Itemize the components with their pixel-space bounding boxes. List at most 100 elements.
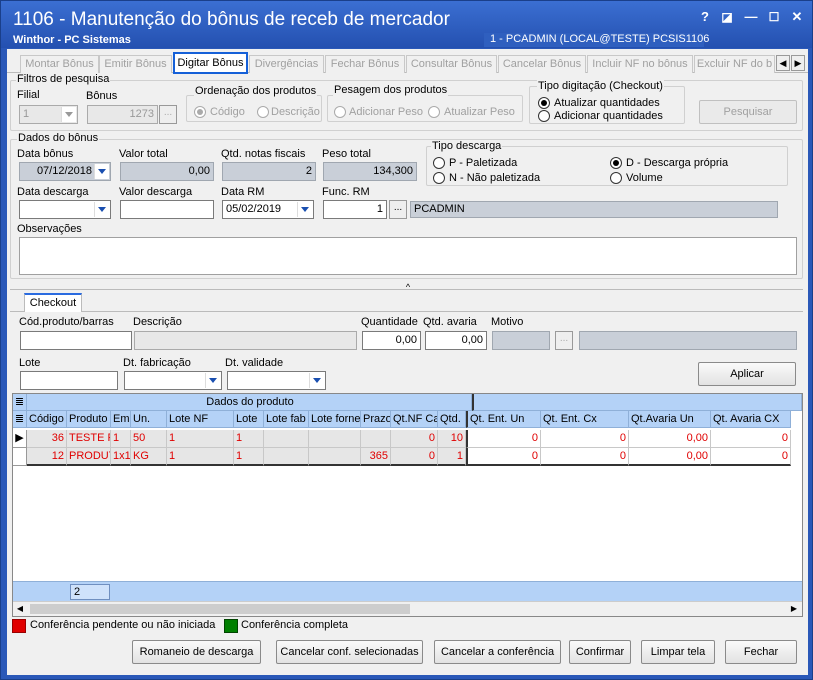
- maximize-icon[interactable]: ☐: [765, 9, 783, 25]
- grid-column-header[interactable]: Lote forne: [309, 411, 361, 428]
- pesagem-adicionar-radio[interactable]: [334, 106, 346, 118]
- table-cell[interactable]: 0: [466, 430, 541, 448]
- cancelar-conf-selecionadas-button[interactable]: Cancelar conf. selecionadas: [276, 640, 423, 664]
- descarga-volume-radio[interactable]: [610, 172, 622, 184]
- table-cell[interactable]: 0,00: [629, 430, 711, 448]
- scroll-right-icon[interactable]: ▶: [789, 604, 799, 614]
- table-cell[interactable]: [264, 448, 309, 466]
- table-cell[interactable]: 0: [711, 448, 791, 466]
- descarga-nao-paletizada-radio[interactable]: [433, 172, 445, 184]
- dt-fabricacao-field[interactable]: [124, 371, 222, 390]
- grid-column-header[interactable]: Qtd.: [438, 411, 466, 428]
- pesagem-atualizar-radio[interactable]: [428, 106, 440, 118]
- table-cell[interactable]: 12: [27, 448, 67, 466]
- grid-rows-icon[interactable]: ≣: [13, 411, 27, 428]
- observacoes-field[interactable]: [19, 237, 797, 275]
- table-cell[interactable]: 0: [466, 448, 541, 466]
- table-cell[interactable]: 365: [361, 448, 391, 466]
- grid-column-header[interactable]: Código: [27, 411, 67, 428]
- grid-column-header[interactable]: Lote: [234, 411, 264, 428]
- bonus-field[interactable]: 1273: [87, 105, 158, 124]
- table-cell[interactable]: 0: [391, 430, 438, 448]
- table-cell[interactable]: [309, 448, 361, 466]
- filial-select[interactable]: 1: [19, 105, 78, 124]
- table-cell[interactable]: [361, 430, 391, 448]
- tab-fechar-bonus[interactable]: Fechar Bônus: [325, 55, 405, 73]
- grid-column-header[interactable]: Lote fab: [264, 411, 309, 428]
- func-rm-field[interactable]: 1: [323, 200, 387, 219]
- grid-column-header[interactable]: Qt. Avaria CX: [711, 411, 791, 428]
- grid-hscroll-thumb[interactable]: [30, 604, 410, 614]
- table-cell[interactable]: PRODUT: [67, 448, 111, 466]
- romaneio-button[interactable]: Romaneio de descarga: [132, 640, 261, 664]
- table-cell[interactable]: 1: [234, 430, 264, 448]
- cancelar-conferencia-button[interactable]: Cancelar a conferência: [434, 640, 561, 664]
- descarga-paletizada-radio[interactable]: [433, 157, 445, 169]
- confirmar-button[interactable]: Confirmar: [569, 640, 631, 664]
- table-cell[interactable]: 1: [438, 448, 466, 466]
- ordenacao-codigo-radio[interactable]: [194, 106, 206, 118]
- adicionar-quantidades-radio[interactable]: [538, 110, 550, 122]
- table-cell[interactable]: 10: [438, 430, 466, 448]
- tab-scroll-left-icon[interactable]: ◀: [776, 55, 790, 71]
- table-cell[interactable]: [309, 430, 361, 448]
- grid-column-header[interactable]: Prazo: [361, 411, 391, 428]
- tab-montar-bonus[interactable]: Montar Bônus: [20, 55, 99, 73]
- tab-checkout[interactable]: Checkout: [24, 293, 82, 312]
- table-cell[interactable]: 1: [234, 448, 264, 466]
- valor-descarga-field[interactable]: [120, 200, 214, 219]
- grid-column-header[interactable]: Un.: [131, 411, 167, 428]
- data-bonus-field[interactable]: 07/12/2018: [19, 162, 111, 181]
- cod-produto-field[interactable]: [20, 331, 132, 350]
- table-cell[interactable]: 36: [27, 430, 67, 448]
- grid-column-header[interactable]: Qt.NF Ca: [391, 411, 438, 428]
- grid-column-header[interactable]: Lote NF: [167, 411, 234, 428]
- table-cell[interactable]: [264, 430, 309, 448]
- qtd-avaria-field[interactable]: 0,00: [425, 331, 487, 350]
- help-icon[interactable]: ?: [696, 9, 714, 25]
- table-cell[interactable]: 0: [541, 448, 629, 466]
- close-icon[interactable]: ✕: [788, 9, 806, 25]
- table-cell[interactable]: 0: [711, 430, 791, 448]
- table-cell[interactable]: 1: [167, 430, 234, 448]
- grid-column-header[interactable]: Qt.Avaria Un: [629, 411, 711, 428]
- tab-divergencias[interactable]: Divergências: [249, 55, 324, 73]
- func-rm-lookup-button[interactable]: ...: [389, 200, 407, 219]
- pesquisar-button[interactable]: Pesquisar: [699, 100, 797, 124]
- restore-icon[interactable]: ◪: [718, 9, 736, 25]
- bonus-lookup-button[interactable]: ...: [159, 105, 177, 124]
- table-cell[interactable]: 0,00: [629, 448, 711, 466]
- lote-field[interactable]: [20, 371, 118, 390]
- limpar-tela-button[interactable]: Limpar tela: [641, 640, 715, 664]
- table-cell[interactable]: 1: [111, 430, 131, 448]
- tab-emitir-bonus[interactable]: Emitir Bônus: [99, 55, 172, 73]
- table-cell[interactable]: 0: [391, 448, 438, 466]
- tab-cancelar-bonus[interactable]: Cancelar Bônus: [498, 55, 586, 73]
- grid-menu-icon[interactable]: ≣: [13, 394, 27, 411]
- tab-incluir-nf[interactable]: Incluir NF no bônus: [587, 55, 693, 73]
- atualizar-quantidades-radio[interactable]: [538, 97, 550, 109]
- ordenacao-descricao-radio[interactable]: [257, 106, 269, 118]
- table-cell[interactable]: KG: [131, 448, 167, 466]
- aplicar-button[interactable]: Aplicar: [698, 362, 796, 386]
- grid-column-header[interactable]: Produto: [67, 411, 111, 428]
- data-rm-field[interactable]: 05/02/2019: [222, 200, 314, 219]
- scroll-left-icon[interactable]: ◀: [15, 604, 25, 614]
- grid-hscrollbar[interactable]: ◀ ▶: [13, 601, 802, 616]
- tab-scroll-right-icon[interactable]: ▶: [791, 55, 805, 71]
- data-descarga-field[interactable]: [19, 200, 111, 219]
- fechar-button[interactable]: Fechar: [725, 640, 797, 664]
- quantidade-field[interactable]: 0,00: [362, 331, 421, 350]
- minimize-icon[interactable]: —: [742, 9, 760, 25]
- grid-column-header[interactable]: Qt. Ent. Cx: [541, 411, 629, 428]
- table-cell[interactable]: TESTE F: [67, 430, 111, 448]
- table-cell[interactable]: 1: [167, 448, 234, 466]
- table-cell[interactable]: 50: [131, 430, 167, 448]
- table-cell[interactable]: 1x1: [111, 448, 131, 466]
- dt-validade-field[interactable]: [227, 371, 326, 390]
- grid-column-header[interactable]: Qt. Ent. Un: [466, 411, 541, 428]
- descarga-propria-radio[interactable]: [610, 157, 622, 169]
- tab-consultar-bonus[interactable]: Consultar Bônus: [406, 55, 497, 73]
- grid-column-header[interactable]: Emb: [111, 411, 131, 428]
- tab-excluir-nf[interactable]: Excluir NF do b: [694, 55, 775, 73]
